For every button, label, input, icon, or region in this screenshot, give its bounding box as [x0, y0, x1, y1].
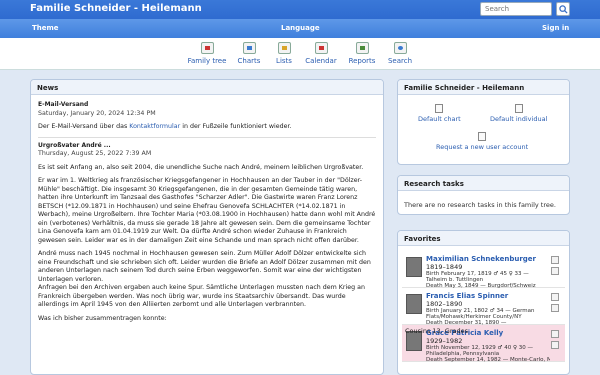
search-icon	[393, 42, 407, 54]
research-empty-text: There are no research tasks in this fami…	[404, 201, 556, 209]
news-paragraph: Es ist seit Anfang an, also seit 2004, d…	[38, 163, 364, 171]
individual-icon	[514, 104, 523, 113]
user-add-icon	[478, 132, 487, 141]
tool-reports[interactable]: Reports	[348, 42, 376, 65]
tool-label: Search	[387, 57, 413, 65]
person-lifespan: 1802–1890	[426, 300, 463, 308]
favorite-caption: Cousins 13. Grades	[405, 327, 469, 335]
family-heading: Familie Schneider - Heilemann	[398, 80, 569, 95]
charts-icon	[242, 42, 256, 54]
tool-label: Family tree	[187, 57, 227, 65]
person-photo	[406, 294, 422, 314]
tool-family-tree[interactable]: Family tree	[186, 42, 228, 65]
news-item-text: Der E-Mail-Versand über das Kontaktformu…	[38, 123, 292, 130]
request-account-link[interactable]: Request a new user account	[436, 132, 528, 151]
chart-icon	[435, 104, 444, 113]
news-item-title: Urgroßvater André ...	[38, 141, 111, 149]
news-heading: News	[31, 80, 383, 95]
person-photo	[406, 257, 422, 277]
person-name[interactable]: Maximilian Schnekenburger	[426, 255, 536, 263]
family-tree-icon	[200, 42, 214, 54]
person-lifespan: 1819–1849	[426, 263, 463, 271]
header-bar: Familie Schneider - Heilemann Search	[0, 0, 600, 19]
menu-bar: Theme Language Sign in	[0, 19, 600, 38]
calendar-icon	[314, 42, 328, 54]
delete-icon[interactable]	[551, 304, 559, 312]
research-panel: Research tasks There are no research tas…	[397, 175, 570, 215]
person-lifespan: 1929–1982	[426, 337, 463, 345]
delete-icon[interactable]	[551, 267, 559, 275]
favorite-item[interactable]: Maximilian Schnekenburger 1819–1849 Birt…	[402, 251, 565, 288]
news-paragraph: Er war im 1. Weltkrieg als französischer…	[38, 177, 376, 244]
menu-sign-in[interactable]: Sign in	[542, 24, 569, 32]
contact-form-link[interactable]: Kontaktformular	[129, 123, 180, 130]
news-paragraph: Anfragen bei den Archiven ergaben auch k…	[38, 284, 365, 308]
lists-icon	[277, 42, 291, 54]
menu-language[interactable]: Language	[281, 24, 320, 32]
favorites-heading: Favorites	[398, 231, 569, 246]
tool-charts[interactable]: Charts	[236, 42, 262, 65]
news-paragraph: André muss nach 1945 nochmal in Hochhaus…	[38, 250, 371, 283]
tool-label: Reports	[348, 57, 376, 65]
tool-label: Charts	[237, 57, 261, 65]
main-toolbar: Family tree Charts Lists Calendar Report…	[0, 38, 600, 70]
search-input[interactable]: Search	[480, 2, 552, 16]
delete-icon[interactable]	[551, 341, 559, 349]
tool-label: Calendar	[305, 57, 337, 65]
person-name[interactable]: Francis Elias Spinner	[426, 292, 508, 300]
edit-icon[interactable]	[551, 256, 559, 264]
main-content: News E-Mail-Versand Saturday, January 20…	[0, 70, 600, 375]
reports-icon	[355, 42, 369, 54]
default-chart-link[interactable]: Default chart	[418, 104, 461, 123]
tool-search[interactable]: Search	[387, 42, 413, 65]
news-item-date: Saturday, January 20, 2024 12:34 PM	[38, 109, 156, 117]
menu-theme[interactable]: Theme	[32, 24, 59, 32]
research-heading: Research tasks	[398, 176, 569, 191]
favorites-panel: Favorites Maximilian Schnekenburger 1819…	[397, 230, 570, 375]
person-death: Death September 14, 1982 — Monte-Carlo, …	[426, 357, 550, 362]
favorite-item[interactable]: Francis Elias Spinner 1802–1890 Birth Ja…	[402, 288, 565, 325]
divider	[38, 136, 376, 138]
news-paragraph: Was ich bisher zusammentragen konnte:	[38, 314, 167, 322]
news-item-date: Thursday, August 25, 2022 7:39 AM	[38, 150, 152, 157]
news-item-title: E-Mail-Versand	[38, 101, 89, 108]
tool-lists[interactable]: Lists	[273, 42, 295, 65]
edit-icon[interactable]	[551, 293, 559, 301]
site-title[interactable]: Familie Schneider - Heilemann	[30, 3, 202, 14]
family-panel: Familie Schneider - Heilemann Default ch…	[397, 79, 570, 165]
search-button[interactable]	[556, 2, 570, 16]
tool-label: Lists	[276, 57, 292, 65]
default-individual-link[interactable]: Default individual	[490, 104, 547, 123]
news-panel: News E-Mail-Versand Saturday, January 20…	[30, 79, 384, 375]
search-icon	[559, 5, 568, 14]
tool-calendar[interactable]: Calendar	[304, 42, 338, 65]
edit-icon[interactable]	[551, 330, 559, 338]
